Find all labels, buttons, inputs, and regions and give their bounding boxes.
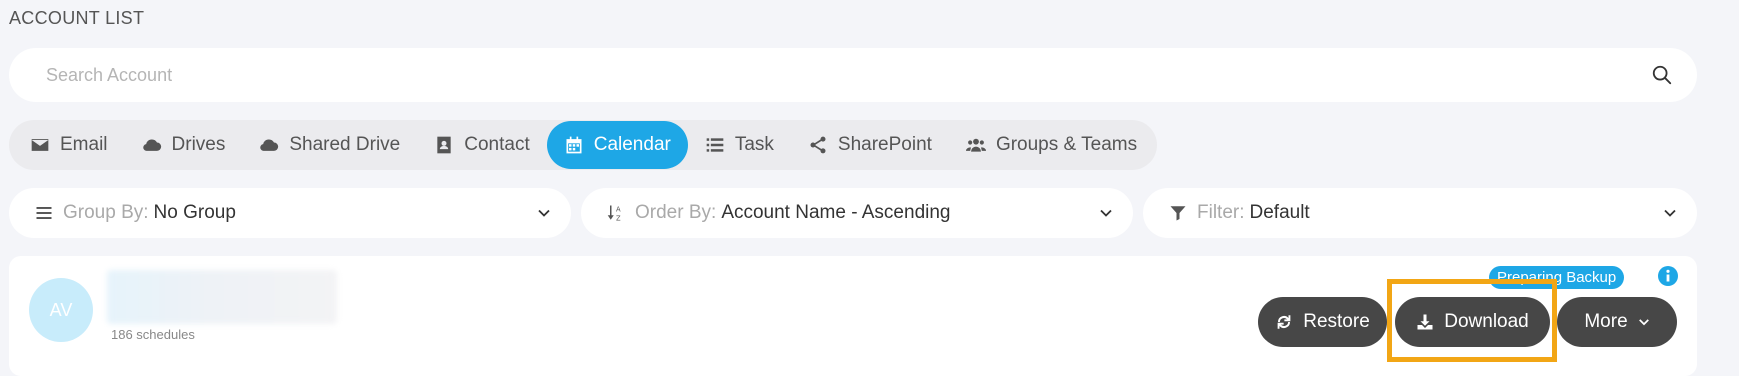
schedule-count: 186 schedules [111, 327, 195, 342]
tab-label: Drives [171, 134, 226, 155]
filter-label: Filter: [1197, 202, 1245, 223]
tab-label: Task [734, 134, 774, 155]
svg-text:A: A [616, 206, 621, 214]
sort-alpha-icon: AZ [607, 205, 621, 223]
envelope-icon [31, 139, 49, 151]
more-button[interactable]: More [1557, 297, 1677, 347]
download-label: Download [1444, 311, 1529, 332]
cloud-icon [142, 139, 161, 151]
tab-task[interactable]: Task [688, 121, 791, 169]
calendar-icon [566, 136, 582, 154]
users-icon [965, 138, 986, 152]
tab-label: Email [60, 134, 108, 155]
chevron-down-icon [538, 209, 550, 217]
menu-icon [36, 207, 52, 219]
info-icon[interactable] [1658, 266, 1678, 286]
svg-text:Z: Z [616, 215, 621, 223]
tab-label: Calendar [593, 134, 671, 155]
chevron-down-icon [1100, 209, 1112, 217]
restore-label: Restore [1303, 311, 1370, 332]
search-bar [9, 48, 1697, 102]
filter-value: Default [1249, 202, 1310, 223]
order-by-value: Account Name - Ascending [721, 202, 951, 223]
tab-label: SharePoint [837, 134, 932, 155]
order-by-dropdown[interactable]: AZ Order By: Account Name - Ascending [581, 188, 1133, 238]
account-name-blurred [107, 270, 337, 324]
chevron-down-icon [1664, 209, 1676, 217]
list-icon [706, 138, 724, 152]
tab-shared-drive[interactable]: Shared Drive [242, 121, 417, 169]
more-label: More [1584, 311, 1628, 332]
group-by-label: Group By: [63, 202, 149, 223]
group-by-dropdown[interactable]: Group By: No Group [9, 188, 571, 238]
chevron-down-icon [1638, 319, 1649, 326]
tab-label: Groups & Teams [995, 134, 1138, 155]
order-by-label: Order By: [635, 202, 717, 223]
download-icon [1417, 314, 1433, 330]
tab-drives[interactable]: Drives [125, 121, 243, 169]
tab-label: Contact [464, 134, 530, 155]
filter-icon [1170, 206, 1186, 221]
account-card: AV 186 schedules Preparing Backup Restor… [9, 256, 1697, 376]
search-icon[interactable] [1651, 64, 1673, 86]
page-title: ACCOUNT LIST [9, 8, 145, 28]
search-input[interactable] [44, 63, 1651, 87]
tab-calendar[interactable]: Calendar [546, 121, 688, 169]
download-button[interactable]: Download [1395, 297, 1550, 347]
avatar: AV [29, 278, 93, 342]
contact-book-icon [437, 136, 451, 154]
share-icon [810, 136, 826, 154]
group-by-value: No Group [153, 202, 236, 223]
category-tabs: Email Drives Shared Drive Contact Calend… [9, 120, 1157, 170]
cloud-icon [260, 139, 279, 151]
refresh-icon [1277, 315, 1291, 329]
tab-groups-teams[interactable]: Groups & Teams [949, 121, 1154, 169]
tab-label: Shared Drive [289, 134, 401, 155]
tab-email[interactable]: Email [13, 121, 125, 169]
restore-button[interactable]: Restore [1258, 297, 1387, 347]
filter-dropdown[interactable]: Filter: Default [1143, 188, 1697, 238]
status-badge: Preparing Backup [1489, 266, 1625, 289]
tab-contact[interactable]: Contact [417, 121, 546, 169]
tab-sharepoint[interactable]: SharePoint [791, 121, 949, 169]
